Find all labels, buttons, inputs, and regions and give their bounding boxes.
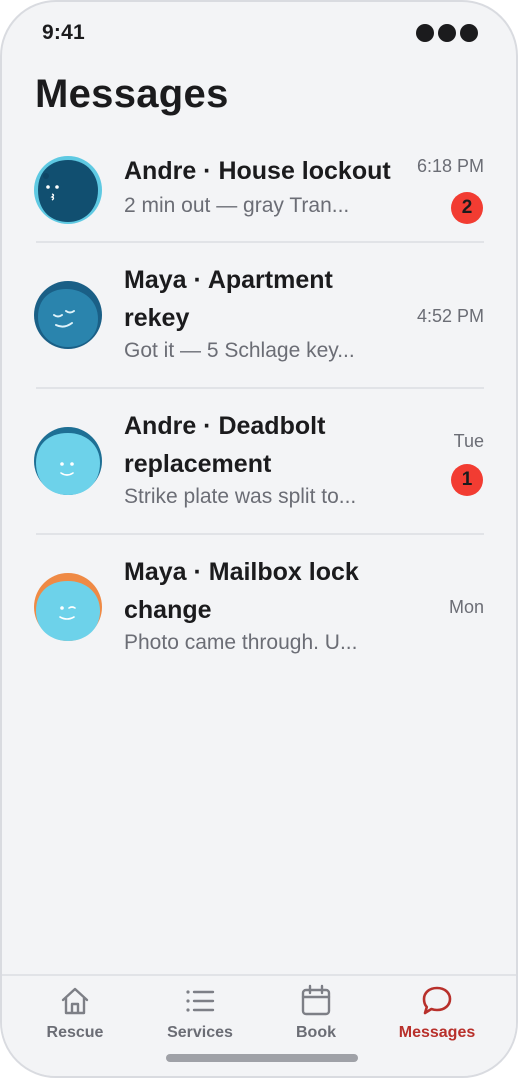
conversation-time: Tue	[453, 431, 484, 451]
tab-label: Rescue	[46, 1024, 104, 1041]
tab-label: Book	[296, 1024, 336, 1041]
chat-bubble-icon	[422, 986, 452, 1015]
home-indicator	[166, 1054, 358, 1062]
avatar	[34, 427, 102, 495]
phone-screen: 9:41 Messages Andre · House lockout 2 mi…	[0, 0, 518, 1078]
status-time: 9:41	[42, 21, 85, 44]
conversation-name: Maya · Apartment rekey	[124, 266, 333, 332]
tab-messages[interactable]: Messages	[382, 984, 492, 1042]
avatar	[34, 573, 102, 641]
list-icon	[186, 990, 215, 1012]
conversation-row-andre-house-lockout[interactable]: Andre · House lockout 2 min out — gray T…	[2, 140, 516, 242]
tab-bar: Rescue Services Book Messages	[2, 974, 516, 1076]
tab-label: Messages	[398, 1024, 476, 1041]
conversation-row-maya-apartment-rekey[interactable]: Maya · Apartment rekey Got it — 5 Schlag…	[2, 243, 516, 388]
status-bar: 9:41	[2, 2, 516, 66]
conversation-name: Maya · Mailbox lock change	[124, 558, 359, 624]
conversation-row-maya-mailbox-lock-change[interactable]: Maya · Mailbox lock change Photo came th…	[2, 535, 516, 680]
status-indicators-icon	[416, 24, 478, 42]
conversation-time: 6:18 PM	[416, 156, 484, 176]
conversation-preview: Got it — 5 Schlage key...	[124, 339, 355, 362]
conversation-name: Andre · Deadbolt replacement	[124, 412, 326, 478]
conversation-preview: 2 min out — gray Tran...	[124, 194, 350, 217]
unread-badge: 2	[451, 192, 483, 224]
avatar	[34, 156, 102, 224]
conversation-name: Andre · House lockout	[124, 157, 391, 185]
tab-book[interactable]: Book	[261, 984, 371, 1042]
conversation-preview: Photo came through. U...	[124, 631, 358, 654]
conversation-time: 4:52 PM	[416, 306, 484, 326]
page-title: Messages	[35, 72, 229, 116]
tab-rescue[interactable]: Rescue	[20, 984, 130, 1042]
conversation-preview: Strike plate was split to...	[124, 485, 357, 508]
home-icon	[61, 987, 89, 1015]
conversation-row-andre-deadbolt-replacement[interactable]: Andre · Deadbolt replacement Strike plat…	[2, 389, 516, 534]
conversation-time: Mon	[448, 597, 484, 617]
tab-label: Services	[167, 1024, 233, 1041]
tab-services[interactable]: Services	[145, 984, 255, 1042]
calendar-icon	[301, 984, 331, 1016]
unread-badge: 1	[451, 464, 483, 496]
avatar	[34, 281, 102, 349]
